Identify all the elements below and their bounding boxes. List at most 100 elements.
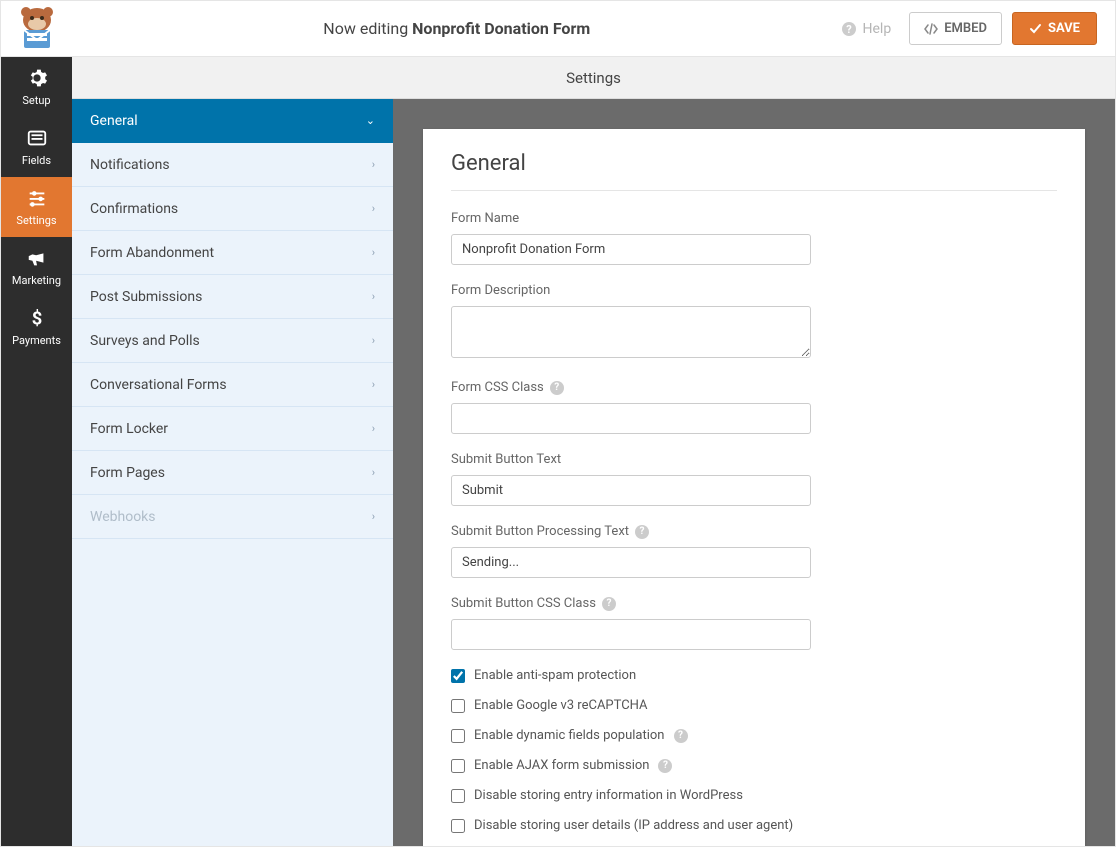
now-editing-label: Now editing — [323, 19, 408, 38]
sidebar-item-post-submissions[interactable]: Post Submissions › — [72, 275, 393, 319]
submit-proc-input[interactable] — [451, 547, 811, 578]
nav-settings[interactable]: Settings — [1, 177, 72, 237]
cb-antispam-row: Enable anti-spam protection — [451, 668, 1057, 683]
chevron-right-icon: › — [372, 158, 375, 171]
cb-disable-entry-label: Disable storing entry information in Wor… — [474, 788, 743, 803]
submit-btn-input[interactable] — [451, 475, 811, 506]
gear-icon — [26, 67, 48, 89]
cb-dynamic-row: Enable dynamic fields population ? — [451, 728, 1057, 743]
sidebar-item-label: Form Locker — [90, 421, 168, 437]
cb-recaptcha[interactable] — [451, 699, 465, 713]
sidebar-item-label: Conversational Forms — [90, 377, 227, 393]
sidebar-item-label: Surveys and Polls — [90, 333, 200, 349]
app-logo — [11, 6, 63, 52]
general-panel: General Form Name Form Description Form … — [423, 129, 1085, 846]
cb-disable-user[interactable] — [451, 819, 465, 833]
help-link[interactable]: ? Help — [841, 21, 892, 37]
help-icon[interactable]: ? — [658, 759, 672, 773]
code-icon — [924, 22, 938, 36]
dollar-icon: $ — [26, 307, 48, 329]
save-label: SAVE — [1048, 21, 1080, 36]
form-area: General Form Name Form Description Form … — [393, 99, 1115, 846]
form-name-input[interactable] — [451, 234, 811, 265]
settings-sidebar: General ⌄ Notifications › Confirmations › F… — [72, 99, 393, 846]
chevron-right-icon: › — [372, 378, 375, 391]
nav-payments-label: Payments — [12, 334, 61, 347]
nav-fields[interactable]: Fields — [1, 117, 72, 177]
cb-antispam[interactable] — [451, 669, 465, 683]
cb-disable-user-label: Disable storing user details (IP address… — [474, 818, 793, 833]
submit-proc-label: Submit Button Processing Text? — [451, 524, 1057, 539]
sidebar-item-label: Form Abandonment — [90, 245, 214, 261]
svg-text:?: ? — [846, 23, 852, 36]
content-header: Settings — [72, 57, 1115, 99]
help-icon[interactable]: ? — [602, 597, 616, 611]
sidebar-item-label: General — [90, 113, 138, 129]
form-name-label: Form Name — [451, 211, 1057, 226]
nav-marketing-label: Marketing — [12, 274, 61, 287]
check-icon — [1029, 22, 1042, 35]
cb-disable-entry[interactable] — [451, 789, 465, 803]
css-class-label: Form CSS Class? — [451, 380, 1057, 395]
chevron-right-icon: › — [372, 246, 375, 259]
sidebar-item-form-pages[interactable]: Form Pages › — [72, 451, 393, 495]
sidebar-item-label: Post Submissions — [90, 289, 202, 305]
help-icon[interactable]: ? — [550, 381, 564, 395]
submit-btn-label: Submit Button Text — [451, 452, 1057, 467]
sliders-icon — [26, 187, 48, 209]
sidebar-item-label: Form Pages — [90, 465, 165, 481]
sidebar-item-general[interactable]: General ⌄ — [72, 99, 393, 143]
chevron-right-icon: › — [372, 334, 375, 347]
nav-settings-label: Settings — [16, 214, 56, 227]
cb-antispam-label: Enable anti-spam protection — [474, 668, 636, 683]
cb-ajax-label: Enable AJAX form submission — [474, 758, 649, 773]
chevron-right-icon: › — [372, 290, 375, 303]
embed-label: EMBED — [944, 21, 987, 36]
form-desc-textarea[interactable] — [451, 306, 811, 358]
nav-fields-label: Fields — [22, 154, 51, 167]
megaphone-icon — [26, 247, 48, 269]
submit-css-label: Submit Button CSS Class? — [451, 596, 1057, 611]
form-icon — [26, 127, 48, 149]
top-bar: Now editing Nonprofit Donation Form ? He… — [1, 1, 1115, 57]
form-desc-label: Form Description — [451, 283, 1057, 298]
chevron-right-icon: › — [372, 202, 375, 215]
nav-setup-label: Setup — [22, 94, 50, 107]
help-icon[interactable]: ? — [635, 525, 649, 539]
css-class-input[interactable] — [451, 403, 811, 434]
chevron-right-icon: › — [372, 422, 375, 435]
sidebar-item-label: Webhooks — [90, 509, 156, 525]
help-label: Help — [863, 21, 892, 37]
cb-disable-user-row: Disable storing user details (IP address… — [451, 818, 1057, 833]
sidebar-item-surveys-polls[interactable]: Surveys and Polls › — [72, 319, 393, 363]
nav-payments[interactable]: $ Payments — [1, 297, 72, 357]
submit-css-input[interactable] — [451, 619, 811, 650]
chevron-down-icon: ⌄ — [366, 114, 375, 127]
panel-heading: General — [451, 151, 1057, 191]
sidebar-item-label: Notifications — [90, 157, 170, 173]
cb-recaptcha-label: Enable Google v3 reCAPTCHA — [474, 698, 648, 713]
form-name-title: Nonprofit Donation Form — [412, 19, 590, 38]
icon-sidebar: Setup Fields Settings Marketing $ Paymen… — [1, 57, 72, 846]
sidebar-item-notifications[interactable]: Notifications › — [72, 143, 393, 187]
save-button[interactable]: SAVE — [1012, 12, 1097, 45]
sidebar-item-label: Confirmations — [90, 201, 178, 217]
sidebar-item-form-abandonment[interactable]: Form Abandonment › — [72, 231, 393, 275]
sidebar-item-conversational[interactable]: Conversational Forms › — [72, 363, 393, 407]
cb-disable-entry-row: Disable storing entry information in Wor… — [451, 788, 1057, 803]
cb-dynamic-label: Enable dynamic fields population — [474, 728, 665, 743]
embed-button[interactable]: EMBED — [909, 12, 1002, 45]
sidebar-item-form-locker[interactable]: Form Locker › — [72, 407, 393, 451]
nav-marketing[interactable]: Marketing — [1, 237, 72, 297]
cb-ajax-row: Enable AJAX form submission ? — [451, 758, 1057, 773]
cb-ajax[interactable] — [451, 759, 465, 773]
svg-text:$: $ — [31, 308, 42, 329]
editing-title: Now editing Nonprofit Donation Form — [73, 19, 841, 38]
sidebar-item-confirmations[interactable]: Confirmations › — [72, 187, 393, 231]
sidebar-item-webhooks[interactable]: Webhooks › — [72, 495, 393, 539]
chevron-right-icon: › — [372, 466, 375, 479]
nav-setup[interactable]: Setup — [1, 57, 72, 117]
chevron-right-icon: › — [372, 510, 375, 523]
cb-dynamic[interactable] — [451, 729, 465, 743]
help-icon[interactable]: ? — [674, 729, 688, 743]
